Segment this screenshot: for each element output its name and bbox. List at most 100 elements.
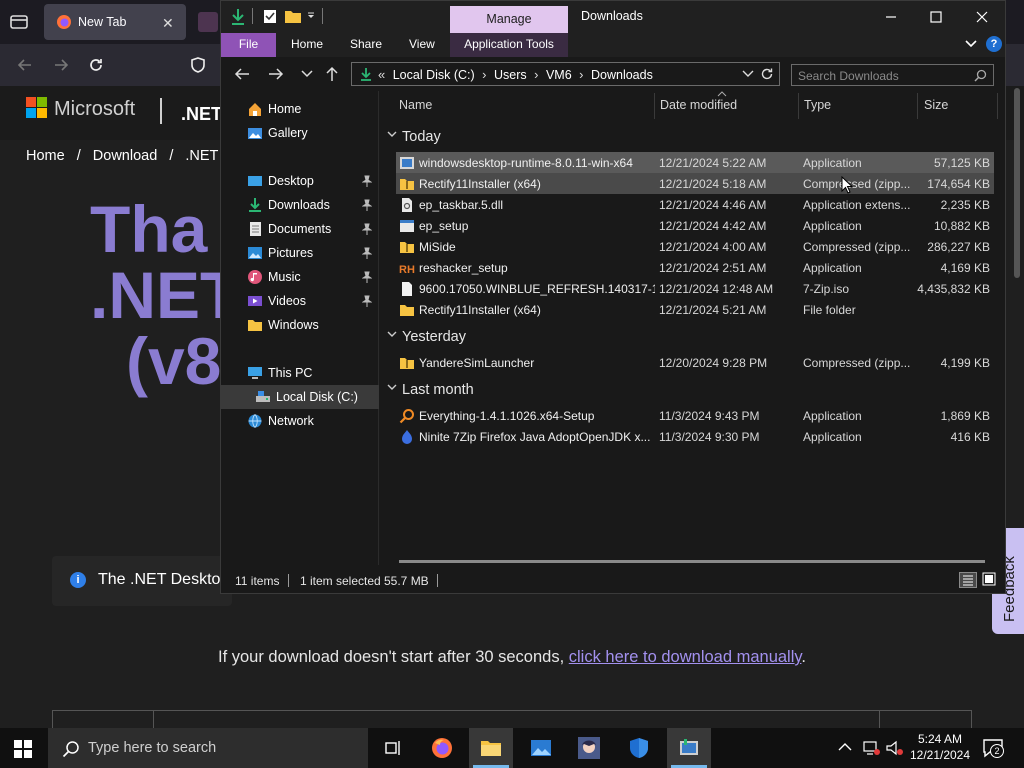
help-icon[interactable]: ?	[986, 36, 1002, 52]
address-dropdown-chevron-icon[interactable]	[742, 70, 754, 79]
maximize-icon[interactable]	[926, 7, 946, 27]
browser-tab-new-tab[interactable]: New Tab ✕	[44, 4, 186, 40]
file-row[interactable]: Rectify11Installer (x64) 12/21/2024 5:18…	[396, 173, 994, 194]
nav-item-gallery[interactable]: Gallery	[221, 121, 379, 145]
column-header-type[interactable]: Type	[804, 98, 831, 112]
ribbon-view-tab[interactable]: View	[409, 37, 435, 51]
ribbon-application-tools-tab[interactable]: Application Tools	[450, 33, 568, 57]
file-row[interactable]: RH reshacker_setup 12/21/2024 2:51 AM Ap…	[396, 257, 994, 278]
column-divider[interactable]	[654, 93, 655, 119]
chevron-down-icon[interactable]	[387, 331, 397, 339]
site-section-title[interactable]: .NET	[181, 104, 222, 125]
taskbar-search-box[interactable]: Type here to search	[48, 728, 368, 768]
browser-scrollbar[interactable]	[1014, 88, 1020, 278]
address-part-vm6[interactable]: VM6	[546, 68, 572, 82]
search-icon[interactable]	[974, 69, 987, 82]
forward-arrow-icon[interactable]	[267, 66, 285, 82]
recent-locations-chevron-icon[interactable]	[301, 69, 313, 79]
horizontal-scrollbar[interactable]	[399, 560, 985, 563]
chevron-right-icon[interactable]: ›	[482, 67, 486, 82]
address-part-downloads[interactable]: Downloads	[591, 68, 653, 82]
pin-icon[interactable]	[362, 223, 372, 235]
nav-item-this-pc[interactable]: This PC	[221, 361, 379, 385]
nav-item-windows[interactable]: Windows	[221, 313, 379, 337]
chevron-down-icon[interactable]	[387, 131, 397, 139]
refresh-icon[interactable]	[760, 67, 774, 81]
pin-icon[interactable]	[362, 199, 372, 211]
pin-icon[interactable]	[362, 295, 372, 307]
manage-tab[interactable]: Manage	[450, 6, 568, 33]
breadcrumb-home[interactable]: Home	[26, 148, 65, 164]
breadcrumb-net[interactable]: .NET	[185, 148, 218, 164]
reload-icon[interactable]	[87, 56, 105, 74]
taskbar-installer[interactable]	[667, 728, 711, 768]
taskbar-firefox[interactable]	[420, 728, 464, 768]
nav-item-home[interactable]: Home	[221, 97, 379, 121]
nav-item-pictures[interactable]: Pictures	[221, 241, 379, 265]
taskbar-security[interactable]	[617, 728, 661, 768]
pin-icon[interactable]	[362, 175, 372, 187]
tab-list-icon[interactable]	[8, 12, 30, 32]
column-divider[interactable]	[798, 93, 799, 119]
back-arrow-icon[interactable]	[233, 66, 251, 82]
taskbar-file-explorer[interactable]	[469, 728, 513, 768]
column-header-size[interactable]: Size	[924, 98, 948, 112]
file-row[interactable]: Rectify11Installer (x64) 12/21/2024 5:21…	[396, 299, 994, 320]
taskbar-photos[interactable]	[519, 728, 563, 768]
download-manual-link[interactable]: click here to download manually	[569, 648, 802, 666]
minimize-icon[interactable]	[881, 7, 901, 27]
ribbon-file-tab[interactable]: File	[221, 33, 276, 57]
column-header-date[interactable]: Date modified	[660, 98, 737, 112]
search-input[interactable]	[798, 68, 968, 84]
column-divider[interactable]	[997, 93, 998, 119]
up-arrow-icon[interactable]	[324, 66, 340, 82]
nav-item-documents[interactable]: Documents	[221, 217, 379, 241]
network-icon[interactable]	[862, 740, 880, 756]
tab-close-icon[interactable]: ✕	[162, 15, 174, 32]
ribbon-share-tab[interactable]: Share	[350, 37, 382, 51]
ribbon-home-tab[interactable]: Home	[291, 37, 323, 51]
file-row[interactable]: ep_setup 12/21/2024 4:42 AM Application …	[396, 215, 994, 236]
windows-start-icon[interactable]	[14, 740, 32, 758]
search-box[interactable]	[791, 64, 994, 86]
explorer-title-bar[interactable]: Manage Downloads	[221, 1, 1005, 33]
pin-icon[interactable]	[362, 271, 372, 283]
nav-item-local-disk[interactable]: Local Disk (C:)	[221, 385, 379, 409]
chevron-down-icon[interactable]	[387, 384, 397, 392]
file-row[interactable]: 9600.17050.WINBLUE_REFRESH.140317-1... 1…	[396, 278, 994, 299]
close-icon[interactable]	[972, 7, 992, 27]
back-arrow-icon[interactable]	[16, 56, 34, 74]
properties-icon[interactable]	[262, 8, 278, 24]
address-bar[interactable]: « Local Disk (C:) › Users › VM6 › Downlo…	[351, 62, 780, 86]
taskbar-anime-app[interactable]	[567, 728, 611, 768]
pin-icon[interactable]	[362, 247, 372, 259]
address-part-local-disk[interactable]: Local Disk (C:)	[393, 68, 475, 82]
nav-item-desktop[interactable]: Desktop	[221, 169, 379, 193]
column-header-name[interactable]: Name	[399, 98, 432, 112]
chevron-right-icon[interactable]: ›	[534, 67, 538, 82]
nav-item-network[interactable]: Network	[221, 409, 379, 433]
file-row[interactable]: MiSide 12/21/2024 4:00 AM Compressed (zi…	[396, 236, 994, 257]
taskbar-clock[interactable]: 5:24 AM 12/21/2024	[904, 731, 976, 763]
chevron-up-icon[interactable]	[838, 741, 852, 753]
quick-access-dropdown-icon[interactable]	[307, 12, 315, 20]
breadcrumb-download[interactable]: Download	[93, 148, 158, 164]
task-view-icon[interactable]	[383, 738, 403, 758]
volume-muted-icon[interactable]	[886, 740, 904, 756]
large-icons-view-icon[interactable]	[981, 572, 999, 588]
ribbon-expand-chevron-icon[interactable]	[965, 39, 977, 49]
notifications-icon[interactable]: 2	[982, 738, 1004, 758]
file-row[interactable]: ep_taskbar.5.dll 12/21/2024 4:46 AM Appl…	[396, 194, 994, 215]
address-overflow[interactable]: «	[378, 67, 385, 82]
forward-arrow-icon[interactable]	[52, 56, 70, 74]
nav-item-music[interactable]: Music	[221, 265, 379, 289]
browser-tab-favicon-icon[interactable]	[198, 12, 218, 32]
file-row[interactable]: Everything-1.4.1.1026.x64-Setup 11/3/202…	[396, 405, 994, 426]
file-row[interactable]: Ninite 7Zip Firefox Java AdoptOpenJDK x.…	[396, 426, 994, 447]
address-part-users[interactable]: Users	[494, 68, 527, 82]
new-folder-icon[interactable]	[284, 8, 302, 24]
file-row[interactable]: windowsdesktop-runtime-8.0.11-win-x64 12…	[396, 152, 994, 173]
chevron-right-icon[interactable]: ›	[579, 67, 583, 82]
file-row[interactable]: YandereSimLauncher 12/20/2024 9:28 PM Co…	[396, 352, 994, 373]
nav-item-downloads[interactable]: Downloads	[221, 193, 379, 217]
